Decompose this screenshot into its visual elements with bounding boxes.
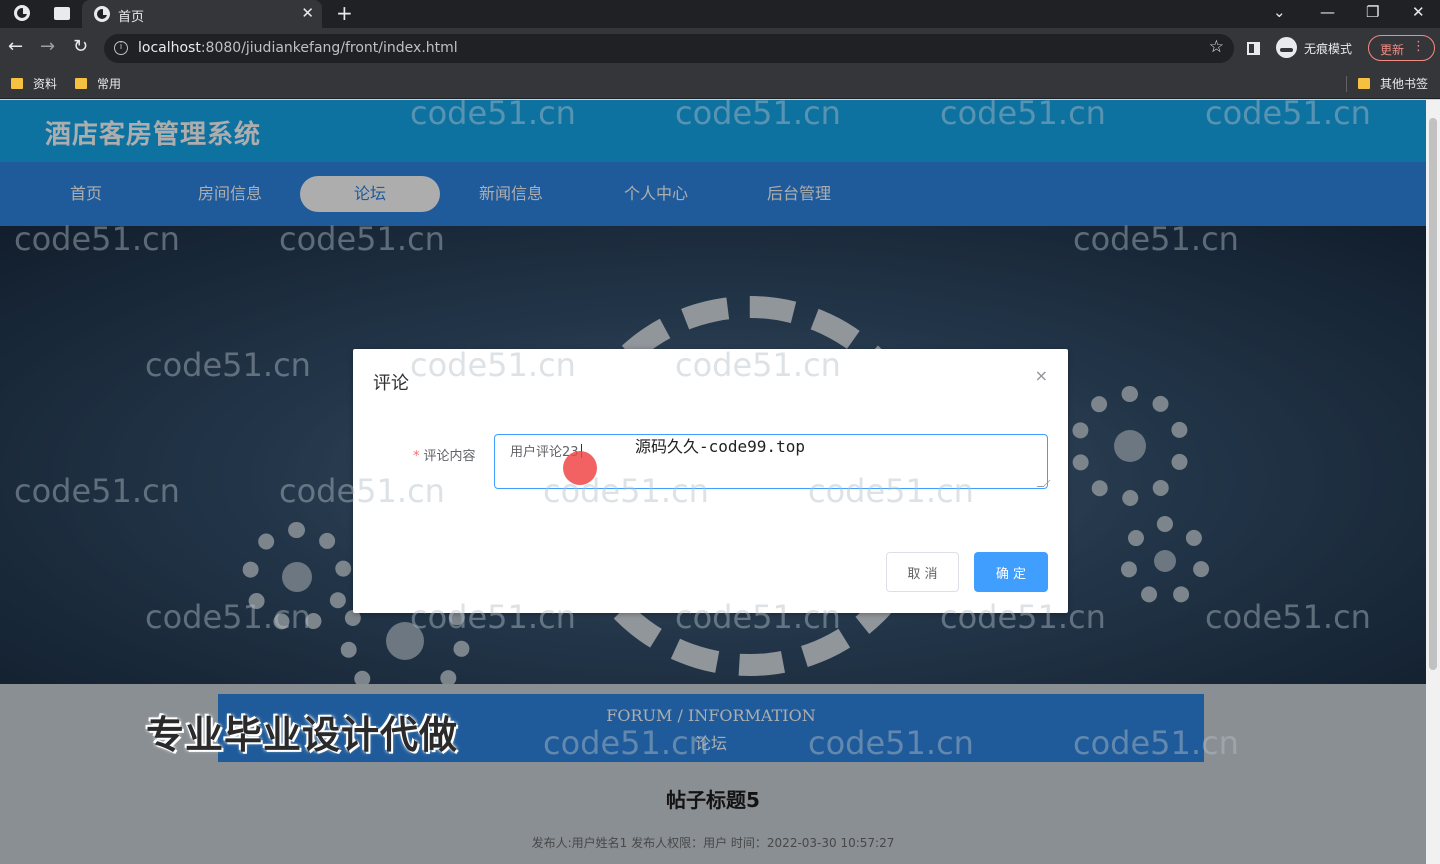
close-window-button[interactable]: ✕ <box>1412 3 1425 21</box>
other-bookmarks-label: 其他书签 <box>1380 77 1429 91</box>
minimize-button[interactable]: — <box>1320 3 1335 21</box>
bookmark-folder-changyong[interactable]: 常用 <box>75 75 121 92</box>
menu-dots-icon[interactable]: ⋮ <box>1412 39 1425 54</box>
other-bookmarks[interactable]: 其他书签 <box>1358 75 1428 92</box>
folder-icon <box>1358 78 1370 89</box>
back-button[interactable]: ← <box>8 36 23 57</box>
comment-label-text: 评论内容 <box>423 449 476 464</box>
forward-button[interactable]: → <box>40 36 55 57</box>
dialog-title: 评论 <box>373 373 409 394</box>
site-info-icon[interactable]: i <box>114 41 128 55</box>
bookmark-label: 常用 <box>97 77 122 91</box>
address-bar[interactable]: i localhost:8080/jiudiankefang/front/ind… <box>104 34 1234 63</box>
web-page: 酒店客房管理系统 首页 房间信息 论坛 新闻信息 个人中心 后台管理 FORUM… <box>0 100 1426 864</box>
bookmark-separator <box>1346 76 1347 92</box>
tab-list-chevron-icon[interactable]: ⌄ <box>1273 3 1286 21</box>
browser-tab-home[interactable]: 首页 ✕ <box>82 0 322 28</box>
bookmark-star-icon[interactable]: ☆ <box>1209 37 1224 57</box>
reload-button[interactable]: ↻ <box>73 36 88 57</box>
side-panel-icon[interactable] <box>1247 42 1260 55</box>
bookmark-folder-ziliao[interactable]: 资料 <box>11 75 57 92</box>
click-indicator <box>563 451 597 485</box>
bookmarks-bar: 资料 常用 其他书签 <box>0 68 1440 99</box>
tab-search-icon[interactable] <box>54 7 70 20</box>
url-text[interactable]: localhost:8080/jiudiankefang/front/index… <box>138 40 458 56</box>
page-scrollbar[interactable] <box>1426 100 1440 864</box>
close-icon[interactable]: × <box>1035 366 1048 385</box>
update-label: 更新 <box>1380 43 1405 57</box>
watermark-overlay-text: 源码久久-code99.top <box>635 437 805 456</box>
confirm-button[interactable]: 确 定 <box>974 552 1048 592</box>
tab-close-icon[interactable]: ✕ <box>301 4 314 22</box>
cancel-button[interactable]: 取 消 <box>886 552 959 592</box>
comment-field-label: * 评论内容 <box>413 445 476 464</box>
browser-tab-strip: 首页 ✕ + ⌄ — ❐ ✕ <box>0 0 1440 28</box>
promo-watermark: 专业毕业设计代做 <box>146 713 459 757</box>
globe-icon <box>94 6 110 22</box>
url-host: localhost <box>138 40 201 56</box>
comment-dialog: 评论 × * 评论内容 用户评论23 源码久久-code99.top 取 消 确 … <box>353 349 1068 613</box>
incognito-icon <box>1276 37 1297 58</box>
tab-title: 首页 <box>118 10 145 25</box>
url-path: :8080/jiudiankefang/front/index.html <box>200 40 458 56</box>
scrollbar-thumb[interactable] <box>1429 118 1437 670</box>
browser-toolbar: ← → ↻ i localhost:8080/jiudiankefang/fro… <box>0 28 1440 68</box>
required-mark: * <box>413 449 420 464</box>
chrome-profile-icon[interactable] <box>14 5 32 23</box>
restore-button[interactable]: ❐ <box>1366 3 1379 21</box>
bookmark-label: 资料 <box>33 77 58 91</box>
new-tab-button[interactable]: + <box>336 1 353 25</box>
update-button[interactable]: 更新 ⋮ <box>1368 35 1435 61</box>
folder-icon <box>75 78 87 89</box>
folder-icon <box>11 78 23 89</box>
incognito-label: 无痕模式 <box>1304 42 1353 56</box>
